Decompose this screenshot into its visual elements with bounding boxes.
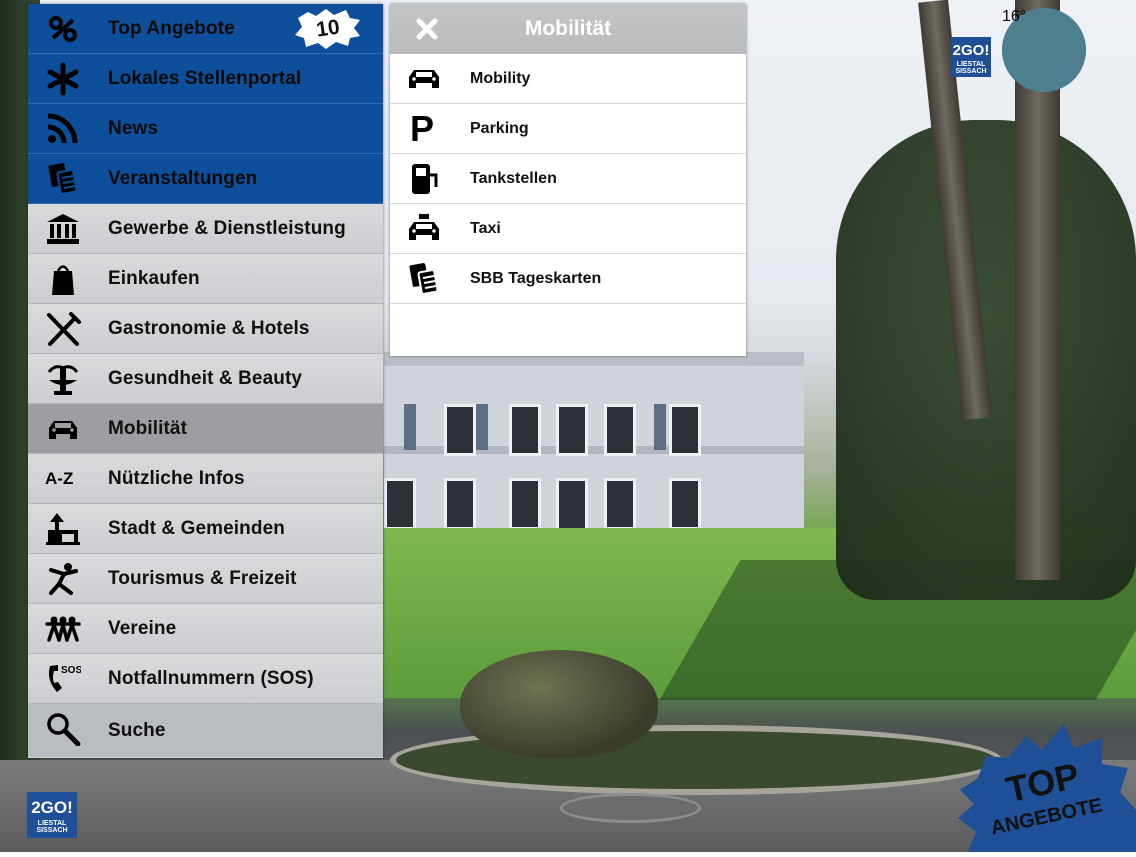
- tickets-icon: [406, 263, 442, 295]
- menu-item-gesundheit-beauty[interactable]: Gesundheit & Beauty: [28, 354, 383, 404]
- menu-item-label: Tourismus & Freizeit: [108, 567, 297, 589]
- menu-item-gewerbe-dienstleistung[interactable]: Gewerbe & Dienstleistung: [28, 204, 383, 254]
- menu-item-label: Suche: [108, 719, 166, 741]
- a-z-icon: A-Z: [45, 469, 74, 488]
- fountain-icon: [45, 362, 81, 396]
- offers-count-badge: 10: [294, 8, 362, 50]
- menu-item-lokales-stellenportal[interactable]: Lokales Stellenportal: [28, 54, 383, 104]
- submenu-item-label: SBB Tageskarten: [470, 270, 602, 287]
- menu-item-label: Einkaufen: [108, 267, 200, 289]
- manhole: [560, 793, 701, 823]
- submenu-item-sbb-tageskarten[interactable]: SBB Tageskarten: [390, 254, 746, 304]
- menu-item-tourismus-freizeit[interactable]: Tourismus & Freizeit: [28, 554, 383, 604]
- menu-item-mobilitaet[interactable]: Mobilität: [28, 404, 383, 454]
- menu-item-label: Top Angebote: [108, 17, 235, 39]
- menu-item-label: Lokales Stellenportal: [108, 67, 302, 89]
- tickets-icon: [45, 162, 81, 196]
- percent-icon: [45, 12, 81, 46]
- submenu-title: Mobilität: [524, 17, 612, 40]
- menu-item-label: Gastronomie & Hotels: [108, 317, 310, 339]
- top-angebote-badge[interactable]: TOP ANGEBOTE: [956, 720, 1136, 852]
- menu-item-label: Nützliche Infos: [108, 467, 245, 489]
- submenu-panel: Mobilität Mobility P Parking Tankstellen…: [390, 4, 746, 356]
- app-logo-bottom[interactable]: 2GO! LIESTAL SISSACH: [27, 792, 77, 838]
- menu-item-nuetzliche-infos[interactable]: A-Z Nützliche Infos: [28, 454, 383, 504]
- car-icon: [45, 412, 81, 446]
- menu-item-gastronomie-hotels[interactable]: Gastronomie & Hotels: [28, 304, 383, 354]
- menu-item-einkaufen[interactable]: Einkaufen: [28, 254, 383, 304]
- bank-icon: [45, 212, 81, 246]
- app-logo: 2GO! LIESTAL SISSACH: [951, 37, 991, 77]
- submenu-item-label: Parking: [470, 120, 529, 137]
- trees-right: [836, 120, 1136, 600]
- fountain-rock: [460, 650, 658, 758]
- car-icon: [406, 63, 442, 95]
- person-jumping-icon: [45, 562, 81, 596]
- menu-item-label: Vereine: [108, 617, 177, 639]
- menu-item-top-angebote[interactable]: Top Angebote 10: [28, 4, 383, 54]
- menu-item-label: Gewerbe & Dienstleistung: [108, 217, 346, 239]
- menu-item-stadt-gemeinden[interactable]: Stadt & Gemeinden: [28, 504, 383, 554]
- town-hall-icon: [45, 512, 81, 546]
- menu-item-veranstaltungen[interactable]: Veranstaltungen: [28, 154, 383, 204]
- menu-item-label: Gesundheit & Beauty: [108, 367, 303, 389]
- people-group-icon: [45, 612, 81, 646]
- phone-sos-icon: SOS: [45, 662, 82, 696]
- submenu-item-mobility[interactable]: Mobility: [390, 54, 746, 104]
- submenu-item-taxi[interactable]: Taxi: [390, 204, 746, 254]
- menu-item-vereine[interactable]: Vereine: [28, 604, 383, 654]
- menu-item-label: Notfallnummern (SOS): [108, 667, 314, 689]
- menu-item-news[interactable]: News: [28, 104, 383, 154]
- search-icon: [45, 712, 81, 747]
- parking-icon: P: [410, 108, 435, 149]
- menu-item-notfallnummern-sos[interactable]: SOS Notfallnummern (SOS): [28, 654, 383, 704]
- submenu-header: Mobilität: [390, 4, 746, 54]
- submenu-item-tankstellen[interactable]: Tankstellen: [390, 154, 746, 204]
- submenu-item-label: Mobility: [470, 70, 531, 87]
- shopping-bag-icon: [45, 262, 81, 296]
- main-menu: Top Angebote 10 Lokales Stellenportal Ne…: [28, 4, 383, 758]
- svg-text:SOS: SOS: [61, 665, 81, 676]
- menu-item-suche[interactable]: Suche: [28, 704, 383, 757]
- fuel-pump-icon: [406, 163, 442, 195]
- submenu-item-label: Tankstellen: [470, 170, 557, 187]
- taxi-icon: [406, 213, 442, 245]
- temperature-label: 16°: [1002, 8, 1086, 92]
- submenu-item-parking[interactable]: P Parking: [390, 104, 746, 154]
- submenu-item-label: Taxi: [470, 220, 501, 237]
- fork-knife-icon: [45, 312, 81, 346]
- menu-item-label: News: [108, 117, 159, 139]
- menu-item-label: Mobilität: [108, 417, 187, 439]
- menu-item-label: Stadt & Gemeinden: [108, 517, 285, 539]
- manor-house: [384, 352, 804, 542]
- asterisk-icon: [45, 62, 81, 96]
- menu-item-label: Veranstaltungen: [108, 167, 258, 189]
- rss-icon: [45, 112, 81, 146]
